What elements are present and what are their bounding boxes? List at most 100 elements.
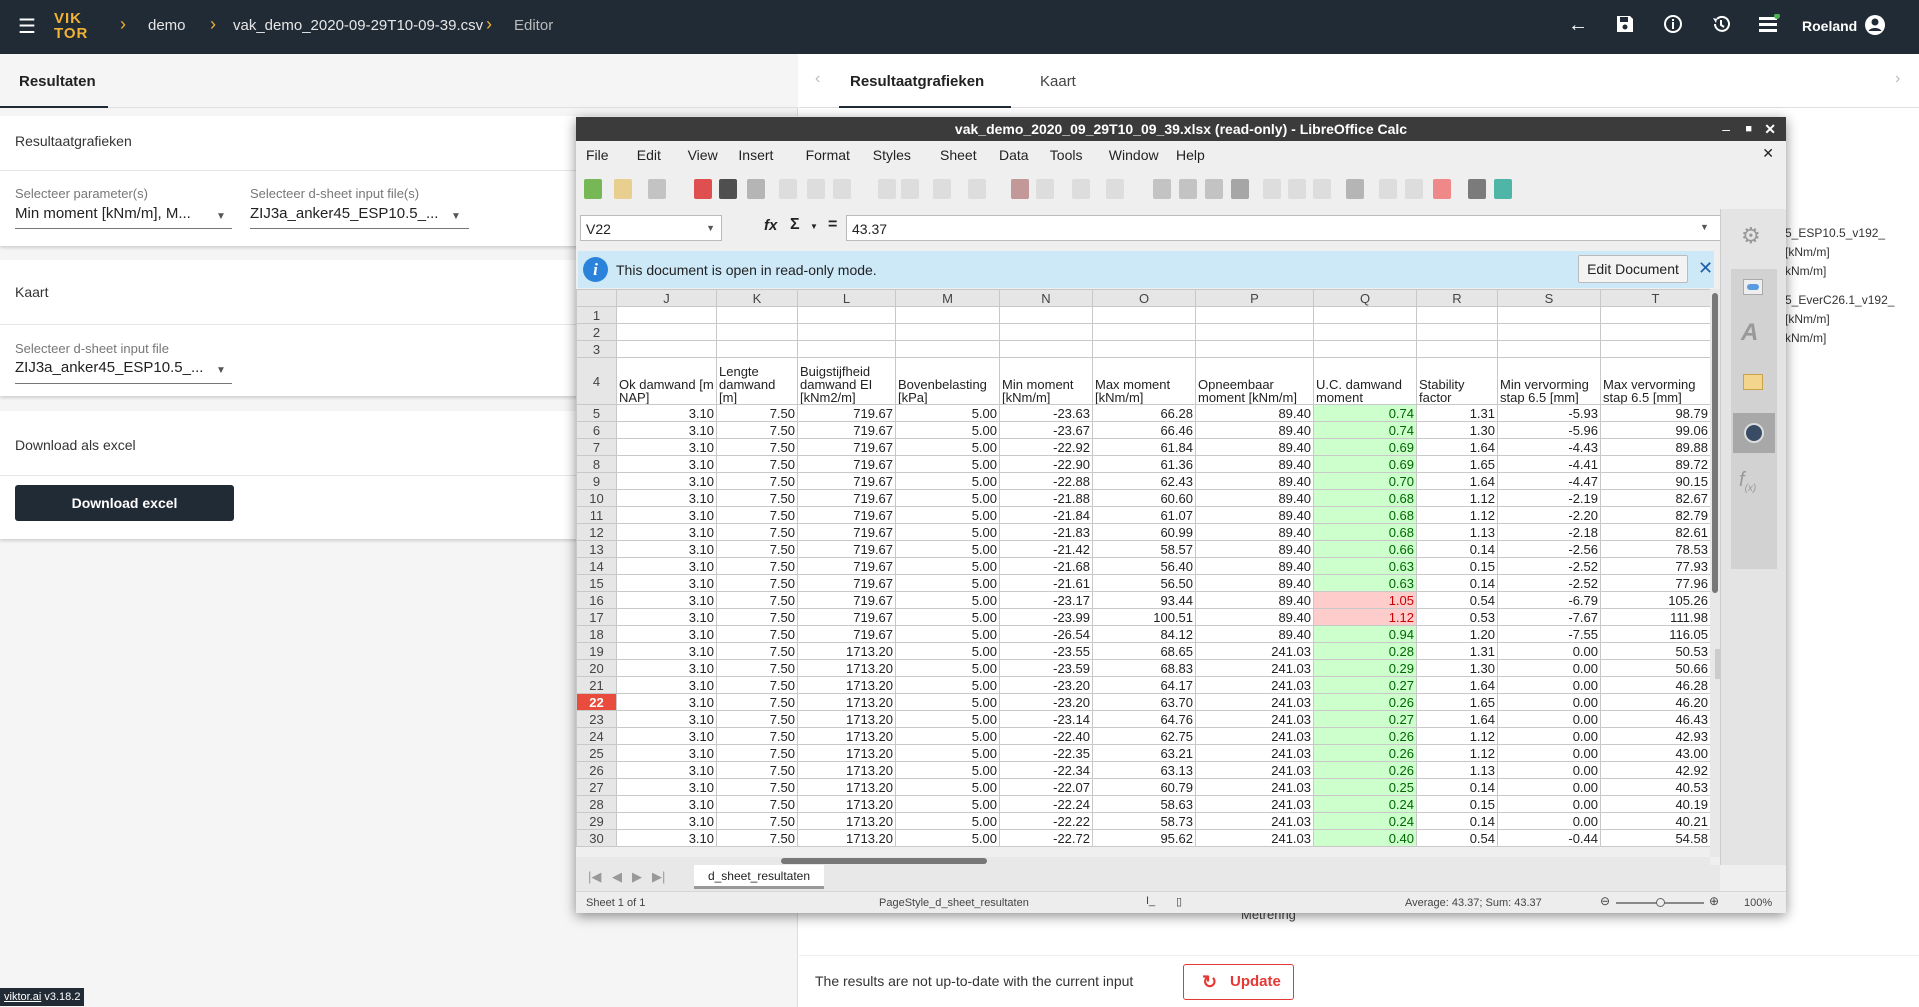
cell[interactable]: 3.10 (616, 778, 717, 796)
cell[interactable]: 1713.20 (797, 744, 896, 762)
cell[interactable]: -6.79 (1497, 591, 1601, 609)
cell[interactable] (797, 306, 896, 324)
cell[interactable] (797, 323, 896, 341)
cell[interactable]: 3.10 (616, 829, 717, 847)
cell[interactable]: 7.50 (716, 540, 798, 558)
cell[interactable]: 3.10 (616, 489, 717, 507)
cell[interactable]: 5.00 (895, 625, 1000, 643)
cell[interactable]: 60.79 (1092, 778, 1196, 796)
cell[interactable]: 1.20 (1416, 625, 1498, 643)
cell[interactable] (999, 323, 1093, 341)
cell[interactable]: 0.00 (1497, 659, 1601, 677)
cell[interactable]: 3.10 (616, 625, 717, 643)
print-area-icon[interactable] (1468, 179, 1486, 199)
cell[interactable]: 3.10 (616, 710, 717, 728)
row-header[interactable]: 6 (576, 421, 617, 439)
row-header[interactable]: 10 (576, 489, 617, 507)
cell[interactable]: 1.12 (1416, 744, 1498, 762)
cell[interactable]: 1713.20 (797, 693, 896, 711)
cell[interactable]: 1.31 (1416, 404, 1498, 422)
cell[interactable]: -2.18 (1497, 523, 1601, 541)
cell[interactable]: 1.65 (1416, 693, 1498, 711)
cell[interactable]: -7.55 (1497, 625, 1601, 643)
cell[interactable]: 68.83 (1092, 659, 1196, 677)
comment-icon[interactable] (1405, 179, 1423, 199)
viktor-logo[interactable]: VIK TOR (54, 11, 88, 41)
undo-icon[interactable] (933, 179, 951, 199)
cell[interactable]: 3.10 (616, 795, 717, 813)
row-header[interactable]: 25 (576, 744, 617, 762)
row-header[interactable]: 14 (576, 557, 617, 575)
cell[interactable] (1092, 323, 1196, 341)
cell[interactable]: 62.75 (1092, 727, 1196, 745)
cut-icon[interactable] (779, 179, 797, 199)
cell[interactable]: 3.10 (616, 812, 717, 830)
chevron-left-icon[interactable]: ‹ (815, 70, 820, 88)
cell[interactable]: 5.00 (895, 472, 1000, 490)
column-title-cell[interactable]: Bovenbelasting [kPa] (895, 357, 1000, 405)
column-header-P[interactable]: P (1195, 289, 1314, 307)
cell[interactable]: -23.20 (999, 693, 1093, 711)
cell[interactable] (1600, 323, 1711, 341)
cell[interactable]: 1.13 (1416, 761, 1498, 779)
cell[interactable]: 0.68 (1313, 506, 1417, 524)
cell[interactable]: 89.40 (1195, 608, 1314, 626)
cell[interactable]: -22.88 (999, 472, 1093, 490)
cell[interactable]: 0.63 (1313, 574, 1417, 592)
cell[interactable]: 0.28 (1313, 642, 1417, 660)
cell[interactable]: 0.68 (1313, 489, 1417, 507)
cell[interactable] (1497, 306, 1601, 324)
cell[interactable]: 719.67 (797, 438, 896, 456)
cell[interactable]: 93.44 (1092, 591, 1196, 609)
row-header[interactable]: 13 (576, 540, 617, 558)
cell[interactable]: 3.10 (616, 523, 717, 541)
cell[interactable]: 0.54 (1416, 829, 1498, 847)
cell[interactable]: 78.53 (1600, 540, 1711, 558)
row-header[interactable]: 8 (576, 455, 617, 473)
cell[interactable] (895, 306, 1000, 324)
cell[interactable]: 241.03 (1195, 812, 1314, 830)
cell[interactable]: 7.50 (716, 455, 798, 473)
column-title-cell[interactable]: U.C. damwand moment (1313, 357, 1417, 405)
copy-icon[interactable] (807, 179, 825, 199)
cell[interactable]: 0.26 (1313, 744, 1417, 762)
cell[interactable]: 5.00 (895, 778, 1000, 796)
cell[interactable]: -23.20 (999, 676, 1093, 694)
cell[interactable]: 3.10 (616, 659, 717, 677)
cell[interactable]: 100.51 (1092, 608, 1196, 626)
cell[interactable]: 98.79 (1600, 404, 1711, 422)
cell[interactable] (1313, 323, 1417, 341)
cell[interactable]: 82.79 (1600, 506, 1711, 524)
cell[interactable]: 5.00 (895, 557, 1000, 575)
cell[interactable] (1497, 340, 1601, 358)
menu-help[interactable]: Help (1176, 147, 1205, 163)
cell[interactable]: 7.50 (716, 744, 798, 762)
cell[interactable]: 58.73 (1092, 812, 1196, 830)
cell[interactable]: 0.27 (1313, 676, 1417, 694)
image-icon[interactable] (1263, 179, 1281, 199)
cell[interactable]: 82.67 (1600, 489, 1711, 507)
cell[interactable]: 0.00 (1497, 761, 1601, 779)
cell[interactable]: 1713.20 (797, 710, 896, 728)
cell[interactable]: -2.52 (1497, 574, 1601, 592)
cell[interactable]: 0.74 (1313, 404, 1417, 422)
clear-formatting-icon[interactable] (901, 179, 919, 199)
cell[interactable] (1497, 323, 1601, 341)
cell[interactable]: 99.06 (1600, 421, 1711, 439)
cell[interactable]: 1.31 (1416, 642, 1498, 660)
properties-gear-icon[interactable]: ⚙ (1741, 223, 1761, 249)
cell[interactable]: 89.40 (1195, 404, 1314, 422)
cell[interactable]: 7.50 (716, 591, 798, 609)
sort-descending-icon[interactable] (1205, 179, 1223, 199)
zoom-level[interactable]: 100% (1744, 897, 1772, 909)
redo-icon[interactable] (968, 179, 986, 199)
cell[interactable]: 7.50 (716, 608, 798, 626)
cell[interactable]: 3.10 (616, 744, 717, 762)
cell[interactable]: 89.72 (1600, 455, 1711, 473)
cell[interactable]: 5.00 (895, 676, 1000, 694)
cell[interactable]: 5.00 (895, 404, 1000, 422)
cell[interactable]: 719.67 (797, 574, 896, 592)
cell[interactable]: 77.93 (1600, 557, 1711, 575)
cell[interactable]: -2.56 (1497, 540, 1601, 558)
cell[interactable]: 5.00 (895, 710, 1000, 728)
